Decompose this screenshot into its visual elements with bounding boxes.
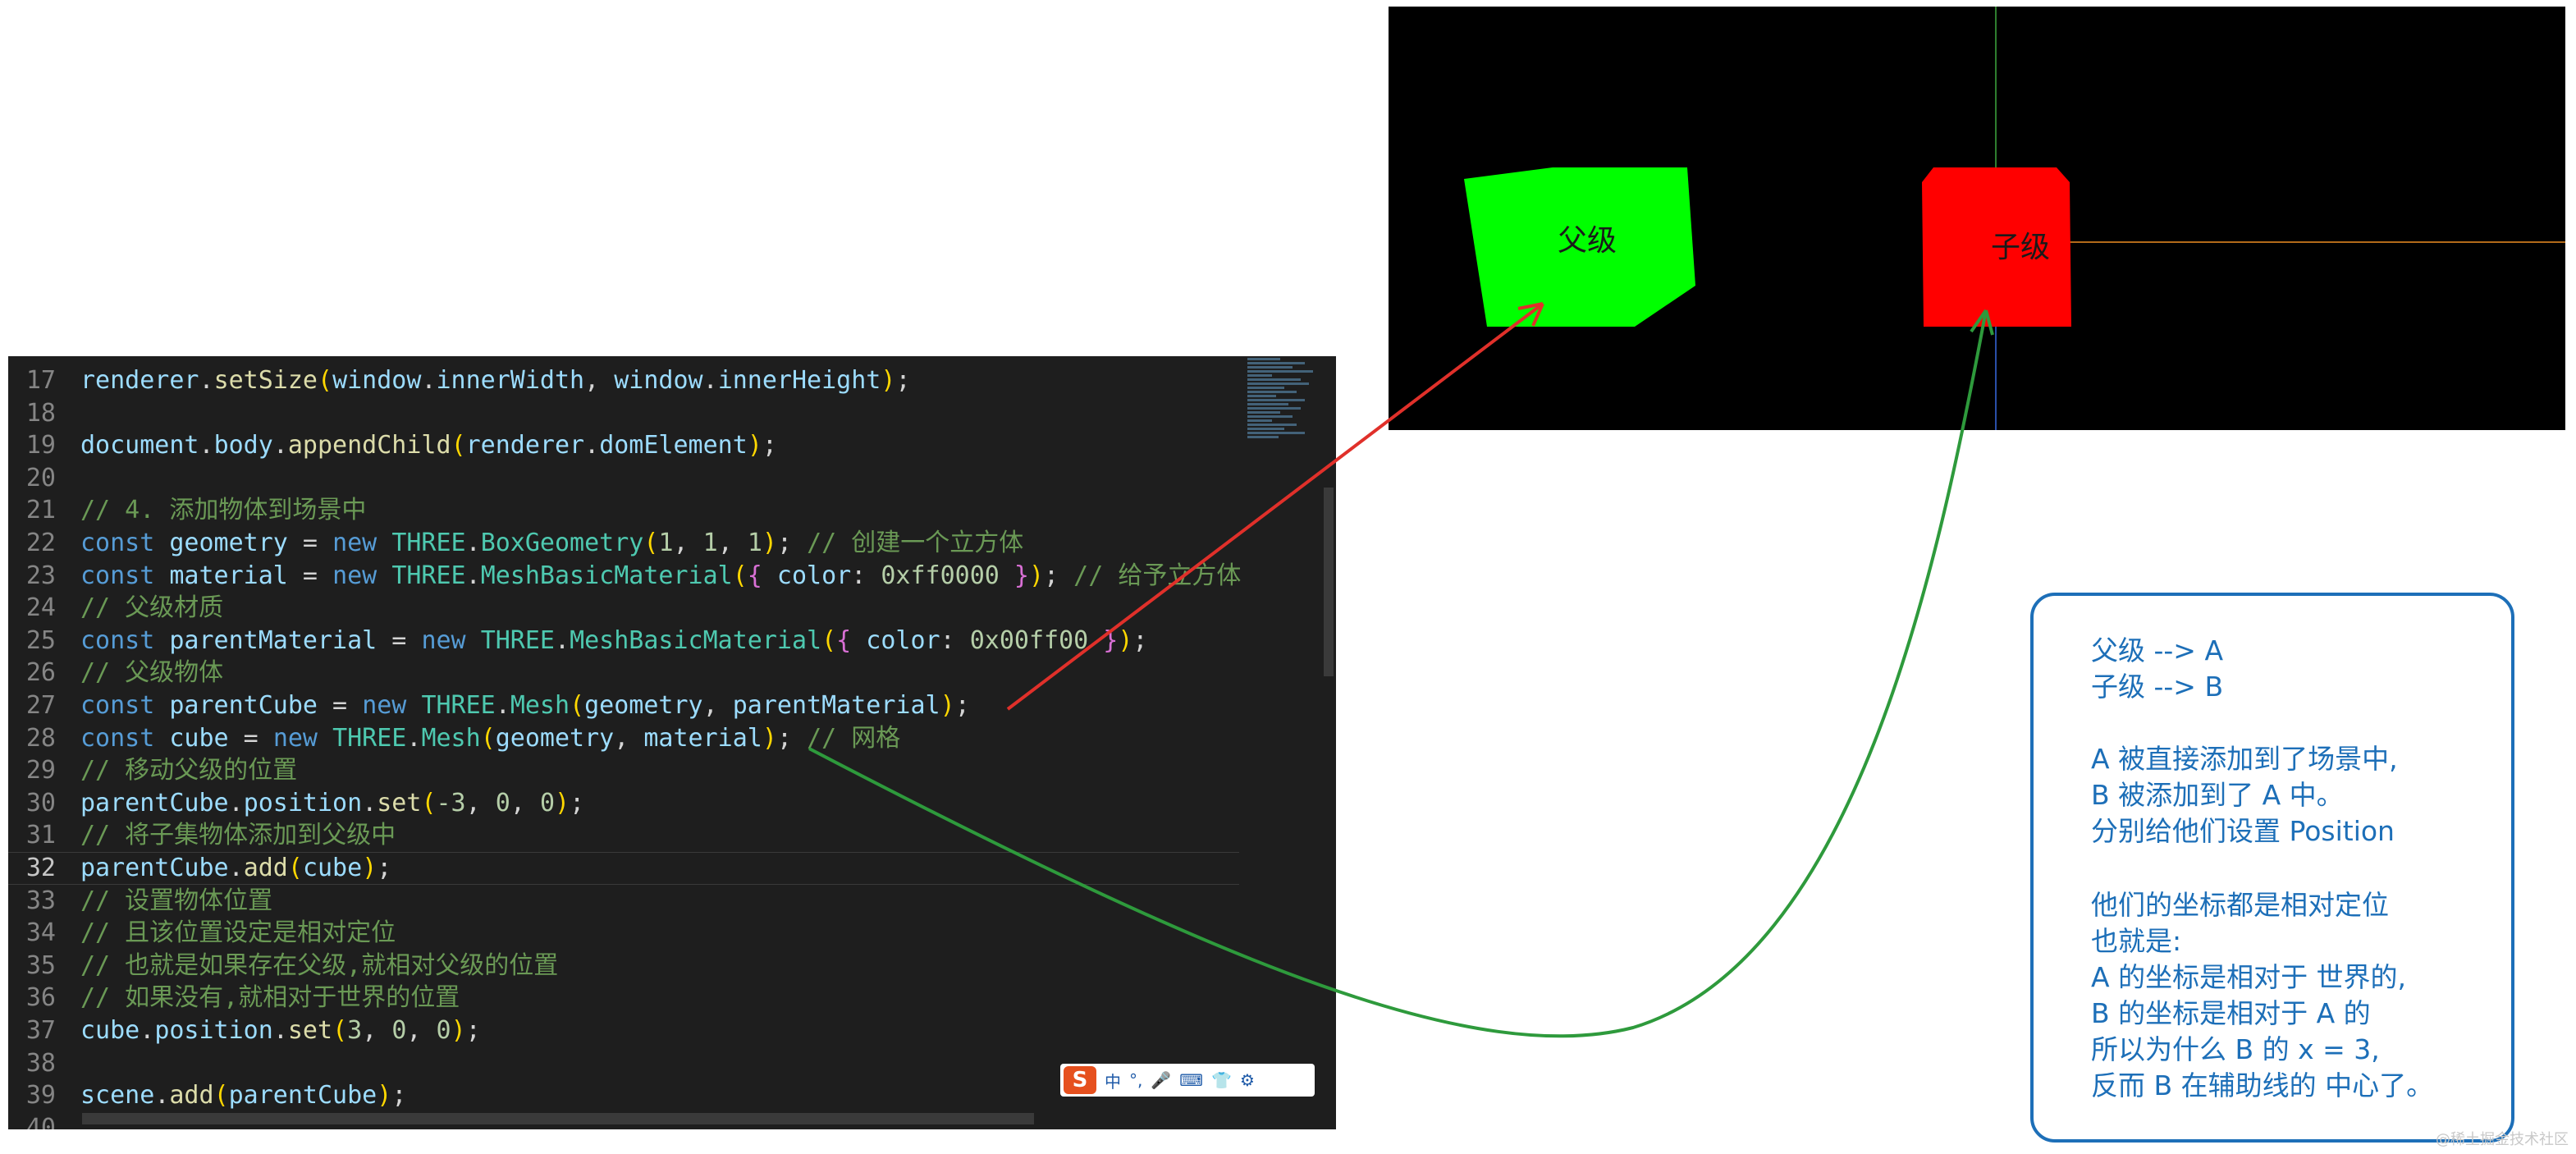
note-line: A 被直接添加到了场景中, [2091,743,2398,775]
green-arrow [808,309,1988,1038]
note-line: 反而 B 在辅助线的 中心了。 [2091,1069,2434,1101]
explanation-note: 父级 --> A 子级 --> B A 被直接添加到了场景中, B 被添加到了 … [2030,593,2514,1143]
note-line: 也就是: [2091,925,2182,957]
note-line: 父级 --> A [2091,634,2224,666]
note-line: A 的坐标是相对于 世界的, [2091,961,2407,993]
note-line: 子级 --> B [2091,671,2224,703]
note-line: 分别给他们设置 Position [2091,815,2395,847]
note-line: B 的坐标是相对于 A 的 [2091,997,2371,1029]
note-line: B 被添加到了 A 中。 [2091,779,2344,811]
note-line: 所以为什么 B 的 x = 3, [2091,1033,2380,1065]
watermark: @稀土掘金技术社区 [2436,1131,2569,1148]
red-arrow [1006,302,1544,711]
note-line: 他们的坐标都是相对定位 [2091,889,2389,921]
